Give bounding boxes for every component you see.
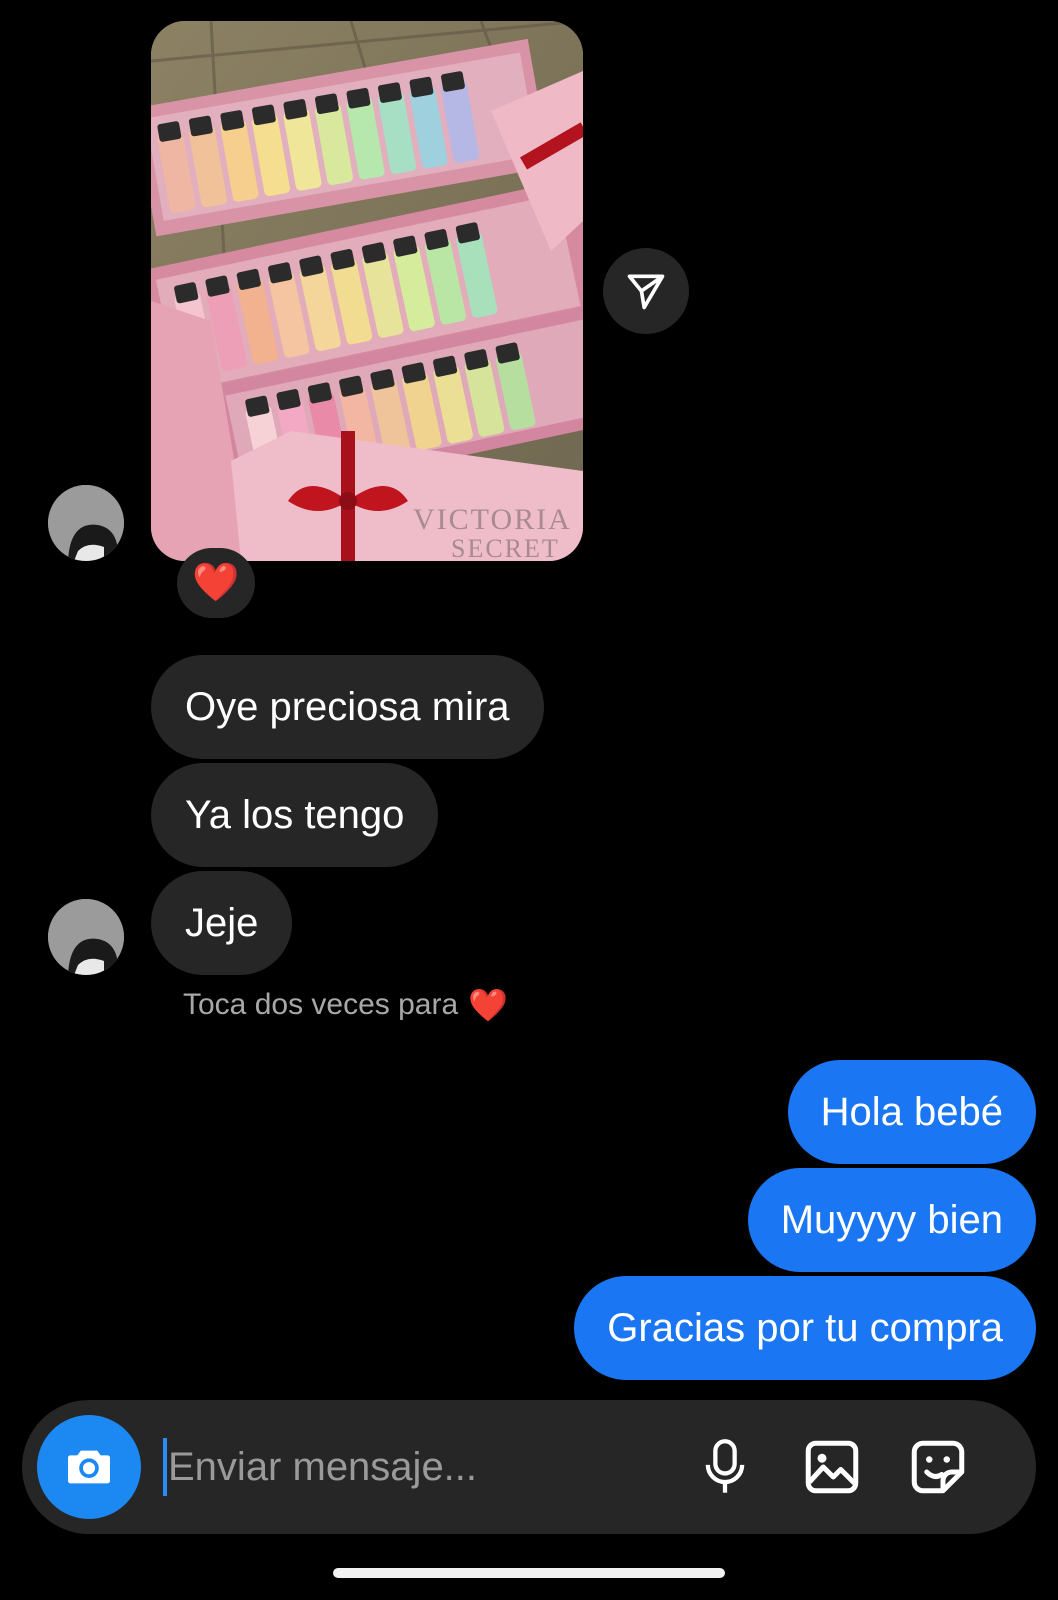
heart-icon: ❤️: [192, 562, 240, 604]
heart-icon: ❤️: [468, 987, 508, 1023]
message-bubble-received[interactable]: Jeje: [151, 871, 293, 975]
message-input[interactable]: [162, 1430, 688, 1504]
message-text: Jeje: [185, 901, 259, 945]
message-text: Gracias por tu compra: [607, 1306, 1003, 1350]
perfume-boxes-image: VICTORIA SECRET: [151, 21, 583, 561]
microphone-icon: [705, 1439, 745, 1493]
camera-icon: [68, 1450, 110, 1484]
message-text: Hola bebé: [820, 1090, 1003, 1134]
sender-avatar[interactable]: [48, 485, 124, 561]
shared-photo[interactable]: VICTORIA SECRET: [151, 21, 583, 561]
sticker-icon: [911, 1440, 965, 1494]
double-tap-hint: Toca dos veces para ❤️: [183, 986, 508, 1024]
message-text: Ya los tengo: [185, 793, 405, 837]
message-text: Muyyyy bien: [780, 1198, 1003, 1242]
message-bubble-received[interactable]: Ya los tengo: [151, 763, 439, 867]
sticker-button[interactable]: [902, 1431, 974, 1503]
message-bubble-sent[interactable]: Hola bebé: [787, 1060, 1036, 1164]
gallery-icon: [805, 1440, 859, 1494]
svg-text:SECRET: SECRET: [451, 534, 560, 561]
brand-watermark: VICTORIA: [413, 503, 572, 536]
voice-message-button[interactable]: [689, 1431, 761, 1503]
send-icon: [627, 274, 665, 310]
message-text: Oye preciosa mira: [185, 685, 510, 729]
sender-avatar[interactable]: [48, 899, 124, 975]
avatar-image: [48, 485, 124, 561]
gallery-button[interactable]: [796, 1431, 868, 1503]
message-composer: [22, 1400, 1036, 1534]
message-bubble-sent[interactable]: Gracias por tu compra: [574, 1276, 1036, 1380]
hint-text: Toca dos veces para: [183, 988, 459, 1021]
message-bubble-sent[interactable]: Muyyyy bien: [747, 1168, 1036, 1272]
message-bubble-received[interactable]: Oye preciosa mira: [151, 655, 544, 759]
share-button[interactable]: [603, 248, 689, 334]
home-indicator: [333, 1568, 725, 1578]
camera-button[interactable]: [37, 1415, 141, 1519]
reaction-badge[interactable]: ❤️: [177, 548, 255, 618]
avatar-image: [48, 899, 124, 975]
